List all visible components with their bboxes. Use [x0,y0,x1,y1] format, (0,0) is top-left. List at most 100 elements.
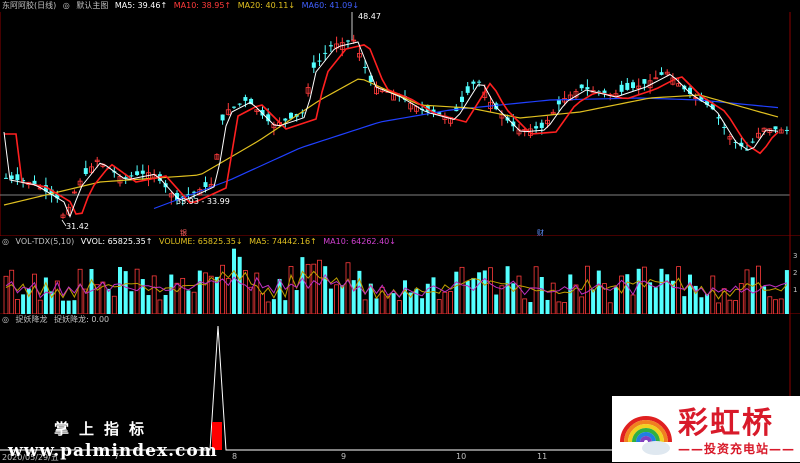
volume-bar [134,268,140,314]
candle-body [83,168,88,174]
x-axis-month-9: 9 [341,452,347,461]
volume-bar [118,267,122,314]
volume-bar [477,272,482,314]
volume-bar [579,296,585,314]
candle-body [722,126,727,128]
volume-bar [26,288,31,314]
volume-bar [232,248,236,314]
volume-bar [562,302,567,314]
candle-body [140,170,145,174]
volume-bar [653,287,658,314]
volume-bar [197,270,202,314]
volume-panel[interactable]: ◎ VOL-TDX(5,10) VVOL: 65825.35↑ VOLUME: … [0,236,800,314]
candle-body [232,106,236,108]
volume-bar [699,297,704,314]
volume-bar [334,284,340,314]
watermark: 掌上指标 www.palmindex.com [8,418,218,461]
volume-bar [522,298,528,314]
volume-bar [607,302,613,314]
x-axis-month-11: 11 [537,452,548,461]
volume-bar [528,302,533,314]
volume-bar [396,300,402,314]
candle-body [135,171,140,175]
volume-bar [431,277,436,314]
volume-bar [9,269,15,314]
price-high-label: 48.47 [358,12,381,21]
vol-tick-2: 2 [793,269,798,277]
volume-bar [682,296,687,314]
candle-body [784,129,789,131]
price-chart-canvas[interactable] [0,0,800,236]
candle-body [311,62,316,68]
volume-bar [505,266,510,314]
candle-body [346,40,350,42]
candle-body [642,79,647,84]
volume-bar [778,298,784,314]
candle-body [477,81,482,83]
candle-body [750,141,755,143]
volume-bar [151,275,157,314]
x-axis-month-10: 10 [456,452,467,461]
volume-bar [733,300,738,314]
rainbow-bridge-logo: 彩虹桥 ——投资充电站—— [612,396,800,462]
volume-bar [174,282,180,314]
volume-bar [61,300,65,314]
candle-body [534,126,539,129]
volume-bar [260,293,265,314]
volume-bar [305,263,311,314]
volume-bar [191,291,197,314]
volume-bar [14,299,20,314]
candle-body [631,82,635,88]
volume-chart-canvas[interactable] [0,236,800,314]
volume-bar [568,274,573,314]
candle-body [203,182,208,187]
candle-body [625,82,630,90]
volume-bar [169,274,174,314]
volume-bar [516,275,522,314]
volume-bar [545,299,550,314]
volume-bar [357,270,362,314]
volume-bar [750,277,755,314]
volume-bar [157,299,163,314]
volume-bar [186,290,191,314]
volume-bar [494,294,499,314]
candle-body [659,72,664,75]
volume-bar [499,285,505,314]
main-chart-panel[interactable]: 东阿阿胶(日线) ◎ 默认主图 MA5: 39.46↑ MA10: 38.95↑… [0,0,800,237]
vol-ma10-line [5,273,788,299]
volume-bar [539,276,544,314]
volume-bar [3,275,9,314]
candle-body [363,66,368,68]
volume-bar [436,299,442,314]
volume-bar [710,275,716,314]
volume-bar [716,302,721,314]
volume-bar [550,282,556,314]
candle-body [579,84,584,89]
volume-bar [345,262,351,314]
volume-bar [237,256,242,314]
ma60-line [153,97,779,210]
candle-body [243,97,248,101]
volume-bar [448,291,454,314]
candle-body [220,114,225,121]
volume-bar [21,294,26,314]
vol-tick-3: 1 [793,286,798,294]
volume-bar [727,299,733,314]
volume-bar [37,299,43,314]
volume-bar [123,271,128,314]
volume-bar [294,290,299,314]
volume-bar [340,285,345,314]
volume-bar [705,294,710,314]
volume-bar [471,277,476,314]
volume-bar [784,270,789,314]
logo-name: 彩虹桥 [678,406,774,441]
volume-bar [613,286,618,314]
volume-bar [648,282,653,314]
volume-bar [265,301,271,314]
candle-body [129,175,134,177]
volume-bar [374,298,379,314]
candle-body [585,87,590,90]
volume-bar [596,270,601,314]
volume-bar [642,266,647,314]
price-low-label: 31.42 [66,222,89,231]
